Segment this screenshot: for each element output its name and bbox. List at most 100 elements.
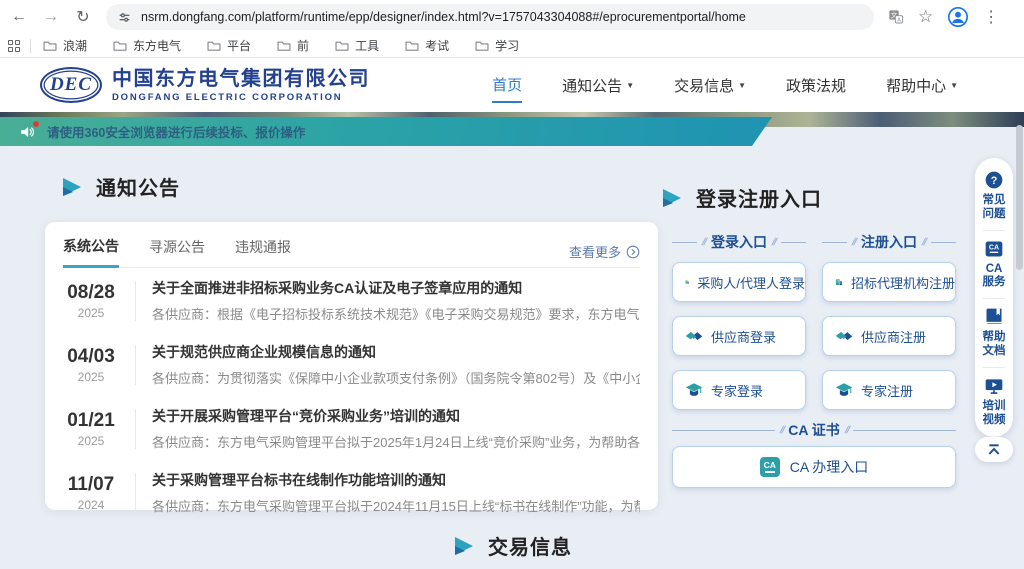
- bookmark-folder[interactable]: 前: [277, 37, 309, 54]
- nav-home[interactable]: 首页: [492, 68, 522, 103]
- floating-help-panel: ? 常见问题 CA CA服务 帮助文档 培训视频: [975, 158, 1013, 437]
- list-item[interactable]: 01/212025 关于开展采购管理平台“竞价采购业务”培训的通知 各供应商：东…: [63, 396, 640, 460]
- news-summary: 各供应商：为贯彻落实《保障中小企业款项支付条例》（国务院令第802号）及《中小企…: [152, 368, 640, 387]
- profile-avatar-icon[interactable]: [947, 6, 969, 28]
- scrollbar-thumb[interactable]: [1016, 125, 1023, 270]
- building-icon: [835, 273, 843, 291]
- news-summary: 各供应商：根据《电子招标投标系统技术规范》《电子采购交易规范》要求，东方电气采购…: [152, 304, 640, 323]
- purchaser-login-button[interactable]: 采购人/代理人登录: [672, 262, 806, 302]
- news-date: 01/21: [63, 410, 119, 432]
- arrow-icon: [60, 175, 84, 199]
- bookmark-star-icon[interactable]: ☆: [918, 7, 933, 27]
- view-more-link[interactable]: 查看更多: [569, 242, 640, 261]
- trade-section-title: 交易信息: [452, 531, 572, 560]
- supplier-register-button[interactable]: 供应商注册: [822, 316, 956, 356]
- ca-apply-button[interactable]: CA CA 办理入口: [672, 446, 956, 488]
- tab-violation-reports[interactable]: 违规通报: [235, 237, 291, 266]
- news-year: 2025: [63, 434, 119, 448]
- expert-login-button[interactable]: 专家登录: [672, 370, 806, 410]
- news-year: 2024: [63, 498, 119, 512]
- svg-text:CA: CA: [989, 243, 999, 251]
- chevron-down-icon: ▼: [626, 81, 634, 90]
- news-date: 04/03: [63, 346, 119, 368]
- news-date: 08/28: [63, 282, 119, 304]
- notice-section-title: 通知公告: [60, 172, 180, 201]
- book-icon: [984, 307, 1004, 327]
- url-text[interactable]: nsrm.dongfang.com/platform/runtime/epp/d…: [141, 10, 746, 24]
- alert-dot: [33, 121, 39, 127]
- training-videos-item[interactable]: 培训视频: [981, 376, 1007, 428]
- dec-logo-icon: DEC: [40, 67, 102, 103]
- apps-grid-icon[interactable]: [8, 40, 20, 52]
- ticker-text: 请使用360安全浏览器进行后续投标、报价操作: [47, 122, 305, 141]
- ca-service-item[interactable]: CA CA服务: [981, 239, 1007, 291]
- company-name-en: DONGFANG ELECTRIC CORPORATION: [112, 92, 370, 103]
- bookmark-folder[interactable]: 东方电气: [113, 37, 181, 54]
- folder-icon: [335, 40, 349, 52]
- news-summary: 各供应商：东方电气采购管理平台拟于2024年11月15日上线“标书在线制作”功能…: [152, 496, 640, 515]
- bookmark-folder[interactable]: 学习: [475, 37, 519, 54]
- question-icon: ?: [984, 170, 1004, 190]
- bookmark-folder[interactable]: 工具: [335, 37, 379, 54]
- handshake-icon: [835, 327, 853, 345]
- arrow-icon: [452, 534, 476, 558]
- expert-register-button[interactable]: 专家注册: [822, 370, 956, 410]
- news-title[interactable]: 关于全面推进非招标采购业务CA认证及电子签章应用的通知: [152, 278, 640, 298]
- address-bar[interactable]: nsrm.dongfang.com/platform/runtime/epp/d…: [106, 4, 874, 30]
- agency-register-button[interactable]: 招标代理机构注册: [822, 262, 956, 302]
- bookmark-folder[interactable]: 平台: [207, 37, 251, 54]
- news-title[interactable]: 关于规范供应商企业规模信息的通知: [152, 342, 640, 362]
- supplier-login-button[interactable]: 供应商登录: [672, 316, 806, 356]
- notice-tabs: 系统公告 寻源公告 违规通报 查看更多: [63, 236, 640, 268]
- browser-toolbar: ← → ↻ nsrm.dongfang.com/platform/runtime…: [0, 0, 1024, 34]
- news-year: 2025: [63, 306, 119, 320]
- faq-item[interactable]: ? 常见问题: [981, 170, 1007, 222]
- graduation-cap-icon: [685, 381, 703, 399]
- tab-system-notices[interactable]: 系统公告: [63, 236, 119, 268]
- speaker-icon: [20, 125, 35, 139]
- nav-notices[interactable]: 通知公告▼: [562, 69, 634, 102]
- graduation-cap-icon: [835, 381, 853, 399]
- list-item[interactable]: 08/28 2025 关于全面推进非招标采购业务CA认证及电子签章应用的通知 各供…: [63, 268, 640, 332]
- forward-button[interactable]: →: [38, 4, 64, 30]
- login-section-title: 登录注册入口: [660, 183, 822, 212]
- news-title[interactable]: 关于采购管理平台标书在线制作功能培训的通知: [152, 470, 640, 490]
- nav-policies[interactable]: 政策法规: [786, 69, 846, 102]
- login-entry-header: //登录入口//: [672, 232, 806, 252]
- bookmark-folder[interactable]: 考试: [405, 37, 449, 54]
- site-header: DEC 中国东方电气集团有限公司 DONGFANG ELECTRIC CORPO…: [0, 58, 1024, 112]
- tab-sourcing-notices[interactable]: 寻源公告: [149, 237, 205, 266]
- building-icon: [685, 273, 689, 291]
- list-item[interactable]: 11/072024 关于采购管理平台标书在线制作功能培训的通知 各供应商：东方电…: [63, 460, 640, 524]
- nav-help-center[interactable]: 帮助中心▼: [886, 69, 958, 102]
- announcement-ticker: 请使用360安全浏览器进行后续投标、报价操作: [0, 117, 772, 146]
- folder-icon: [405, 40, 419, 52]
- list-item[interactable]: 04/03 2025 关于规范供应商企业规模信息的通知 各供应商：为贯彻落实《保障…: [63, 332, 640, 396]
- ca-cert-header: //CA 证书//: [672, 420, 956, 440]
- nav-trade-info[interactable]: 交易信息▼: [674, 69, 746, 102]
- notice-card: 系统公告 寻源公告 违规通报 查看更多 08/28 2025 关于全面推进非招标采…: [45, 222, 658, 510]
- bookmarks-bar: 浪潮 东方电气 平台 前 工具 考试 学习: [0, 34, 1024, 58]
- company-logo[interactable]: DEC 中国东方电气集团有限公司 DONGFANG ELECTRIC CORPO…: [40, 67, 370, 103]
- reload-button[interactable]: ↻: [70, 4, 96, 30]
- collapse-up-icon: [986, 443, 1002, 457]
- help-docs-item[interactable]: 帮助文档: [981, 307, 1007, 359]
- news-title[interactable]: 关于开展采购管理平台“竞价采购业务”培训的通知: [152, 406, 640, 426]
- bookmark-folder[interactable]: 浪潮: [43, 37, 87, 54]
- news-year: 2025: [63, 370, 119, 384]
- svg-text:A: A: [897, 18, 901, 24]
- collapse-panel-button[interactable]: [975, 437, 1013, 462]
- translate-icon[interactable]: 文A: [888, 9, 904, 25]
- company-name-cn: 中国东方电气集团有限公司: [112, 68, 370, 90]
- menu-kebab-icon[interactable]: ⋮: [983, 7, 999, 27]
- register-entry-header: //注册入口//: [822, 232, 956, 252]
- ca-card-icon: CA: [760, 457, 780, 477]
- chevron-down-icon: ▼: [738, 81, 746, 90]
- back-button[interactable]: ←: [6, 4, 32, 30]
- arrow-icon: [660, 186, 684, 210]
- site-settings-icon[interactable]: [118, 11, 131, 24]
- folder-icon: [113, 40, 127, 52]
- video-icon: [984, 376, 1004, 396]
- svg-text:?: ?: [991, 175, 998, 187]
- main-nav: 首页 通知公告▼ 交易信息▼ 政策法规 帮助中心▼: [492, 68, 1024, 103]
